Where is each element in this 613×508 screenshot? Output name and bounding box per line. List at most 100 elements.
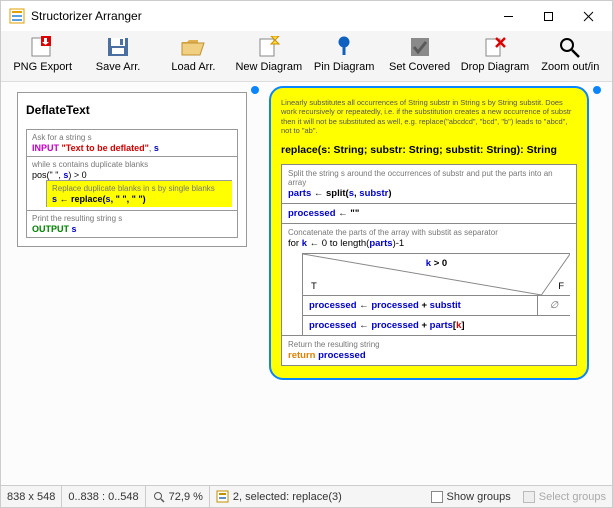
titlebar: Structorizer Arranger: [1, 1, 612, 31]
variable: s: [72, 224, 77, 234]
diagram-replace[interactable]: Linearly substitutes all occurrences of …: [269, 86, 589, 380]
variable: processed: [309, 320, 357, 331]
variable: parts: [288, 188, 311, 199]
expr: ) > 0: [68, 170, 86, 180]
nsd-if-header[interactable]: k > 0 T F: [303, 254, 570, 296]
new-diagram-button[interactable]: New Diagram: [231, 33, 306, 75]
variable: processed: [309, 300, 357, 311]
nsd-return[interactable]: Return the resulting string return proce…: [282, 335, 576, 365]
expr: , " ", " "): [111, 194, 146, 204]
nsd-if-body: processed ← processed + substit ∅: [303, 296, 570, 316]
nsd-comment: Return the resulting string: [288, 340, 570, 349]
false-label: F: [558, 281, 564, 292]
arranger-canvas[interactable]: DeflateText Ask for a string s INPUT "Te…: [1, 82, 612, 485]
expr: for: [288, 238, 302, 249]
expr: ]: [461, 320, 464, 331]
status-dimensions: 838 x 548: [1, 486, 62, 507]
variable: processed: [288, 208, 336, 219]
variable: processed: [318, 350, 366, 361]
export-icon: [27, 35, 59, 59]
expr: ←: [357, 300, 372, 311]
expr: ← 0 to length(: [307, 238, 369, 249]
variable: parts: [430, 320, 453, 331]
nsd-comment: Ask for a string s: [32, 133, 232, 142]
app-icon: [9, 8, 25, 24]
minimize-button[interactable]: [488, 3, 528, 29]
toolbar: PNG Export Save Arr. Load Arr. New Diagr…: [1, 31, 612, 82]
expr: ← "": [336, 208, 360, 219]
png-export-button[interactable]: PNG Export: [5, 33, 80, 75]
zoom-value: 72,9 %: [169, 491, 203, 503]
checkbox-label: Select groups: [539, 491, 606, 503]
variable: processed: [371, 300, 419, 311]
tool-label: Set Covered: [389, 61, 450, 73]
tool-label: New Diagram: [235, 61, 302, 73]
nsd-if-true[interactable]: processed ← processed + substit: [303, 296, 538, 315]
show-groups-checkbox[interactable]: Show groups: [425, 486, 517, 507]
tool-label: PNG Export: [13, 61, 72, 73]
nsd-assign[interactable]: processed ← "": [282, 203, 576, 223]
close-button[interactable]: [568, 3, 608, 29]
true-label: T: [311, 281, 317, 292]
nsd-while[interactable]: while s contains duplicate blanks pos(" …: [27, 156, 237, 210]
nsd-output[interactable]: Print the resulting string s OUTPUT s: [27, 210, 237, 237]
nsd-assign[interactable]: Replace duplicate blanks in s by single …: [47, 181, 232, 207]
keyword: INPUT: [32, 143, 59, 153]
set-covered-button[interactable]: Set Covered: [382, 33, 457, 75]
zoom-button[interactable]: Zoom out/in: [533, 33, 608, 75]
expr: )-1: [393, 238, 405, 249]
string-literal: "Text to be deflated": [62, 143, 149, 153]
expr: ←: [357, 320, 372, 331]
diagram-deflatetext[interactable]: DeflateText Ask for a string s INPUT "Te…: [17, 92, 247, 247]
load-arr-button[interactable]: Load Arr.: [156, 33, 231, 75]
maximize-button[interactable]: [528, 3, 568, 29]
keyword: return: [288, 350, 315, 361]
drop-diagram-button[interactable]: Drop Diagram: [457, 33, 532, 75]
tool-label: Drop Diagram: [461, 61, 529, 73]
tool-label: Save Arr.: [96, 61, 141, 73]
expr: pos(" ",: [32, 170, 63, 180]
status-zoom: 72,9 %: [146, 486, 210, 507]
nsd-if-false[interactable]: ∅: [538, 296, 570, 315]
save-arr-button[interactable]: Save Arr.: [80, 33, 155, 75]
expr: +: [419, 320, 430, 331]
checkbox-label: Show groups: [447, 491, 511, 503]
tool-label: Pin Diagram: [314, 61, 375, 73]
checkbox-icon: [431, 491, 443, 503]
variable: processed: [371, 320, 419, 331]
nsd-comment: Replace duplicate blanks in s by single …: [52, 184, 227, 193]
nsd-for[interactable]: Concatenate the parts of the array with …: [282, 223, 576, 335]
tool-label: Zoom out/in: [541, 61, 599, 73]
expr: ← split(: [311, 188, 348, 199]
pin-marker: [593, 86, 601, 94]
nsd-body: Split the string s around the occurrence…: [281, 164, 577, 366]
checkbox-icon: [523, 491, 535, 503]
expr: ← replace(: [57, 194, 106, 204]
set-covered-icon: [404, 35, 436, 59]
nsd-assign[interactable]: processed ← processed + parts[k]: [303, 316, 570, 335]
folder-open-icon: [177, 35, 209, 59]
magnifier-icon: [152, 490, 166, 504]
drop-diagram-icon: [479, 35, 511, 59]
selection-text: 2, selected: replace(3): [233, 491, 342, 503]
save-icon: [102, 35, 134, 59]
diagram-title: DeflateText: [18, 93, 246, 129]
empty: ∅: [550, 300, 558, 311]
magnifier-icon: [554, 35, 586, 59]
nsd-comment: Split the string s around the occurrence…: [288, 169, 570, 187]
status-range: 0..838 : 0..548: [62, 486, 145, 507]
tool-label: Load Arr.: [171, 61, 215, 73]
pin-icon: [328, 35, 360, 59]
keyword: OUTPUT: [32, 224, 69, 234]
status-selection: 2, selected: replace(3): [210, 486, 425, 507]
nsd-assign[interactable]: Split the string s around the occurrence…: [282, 165, 576, 203]
nsd-input[interactable]: Ask for a string s INPUT "Text to be def…: [27, 130, 237, 156]
select-groups-checkbox: Select groups: [517, 486, 612, 507]
variable: s: [154, 143, 159, 153]
nsd-while-body: Replace duplicate blanks in s by single …: [46, 180, 232, 207]
variable: substr: [359, 188, 388, 199]
new-diagram-icon: [253, 35, 285, 59]
pin-diagram-button[interactable]: Pin Diagram: [307, 33, 382, 75]
nsd-body: Ask for a string s INPUT "Text to be def…: [26, 129, 238, 238]
nsd-comment: while s contains duplicate blanks: [32, 160, 232, 169]
